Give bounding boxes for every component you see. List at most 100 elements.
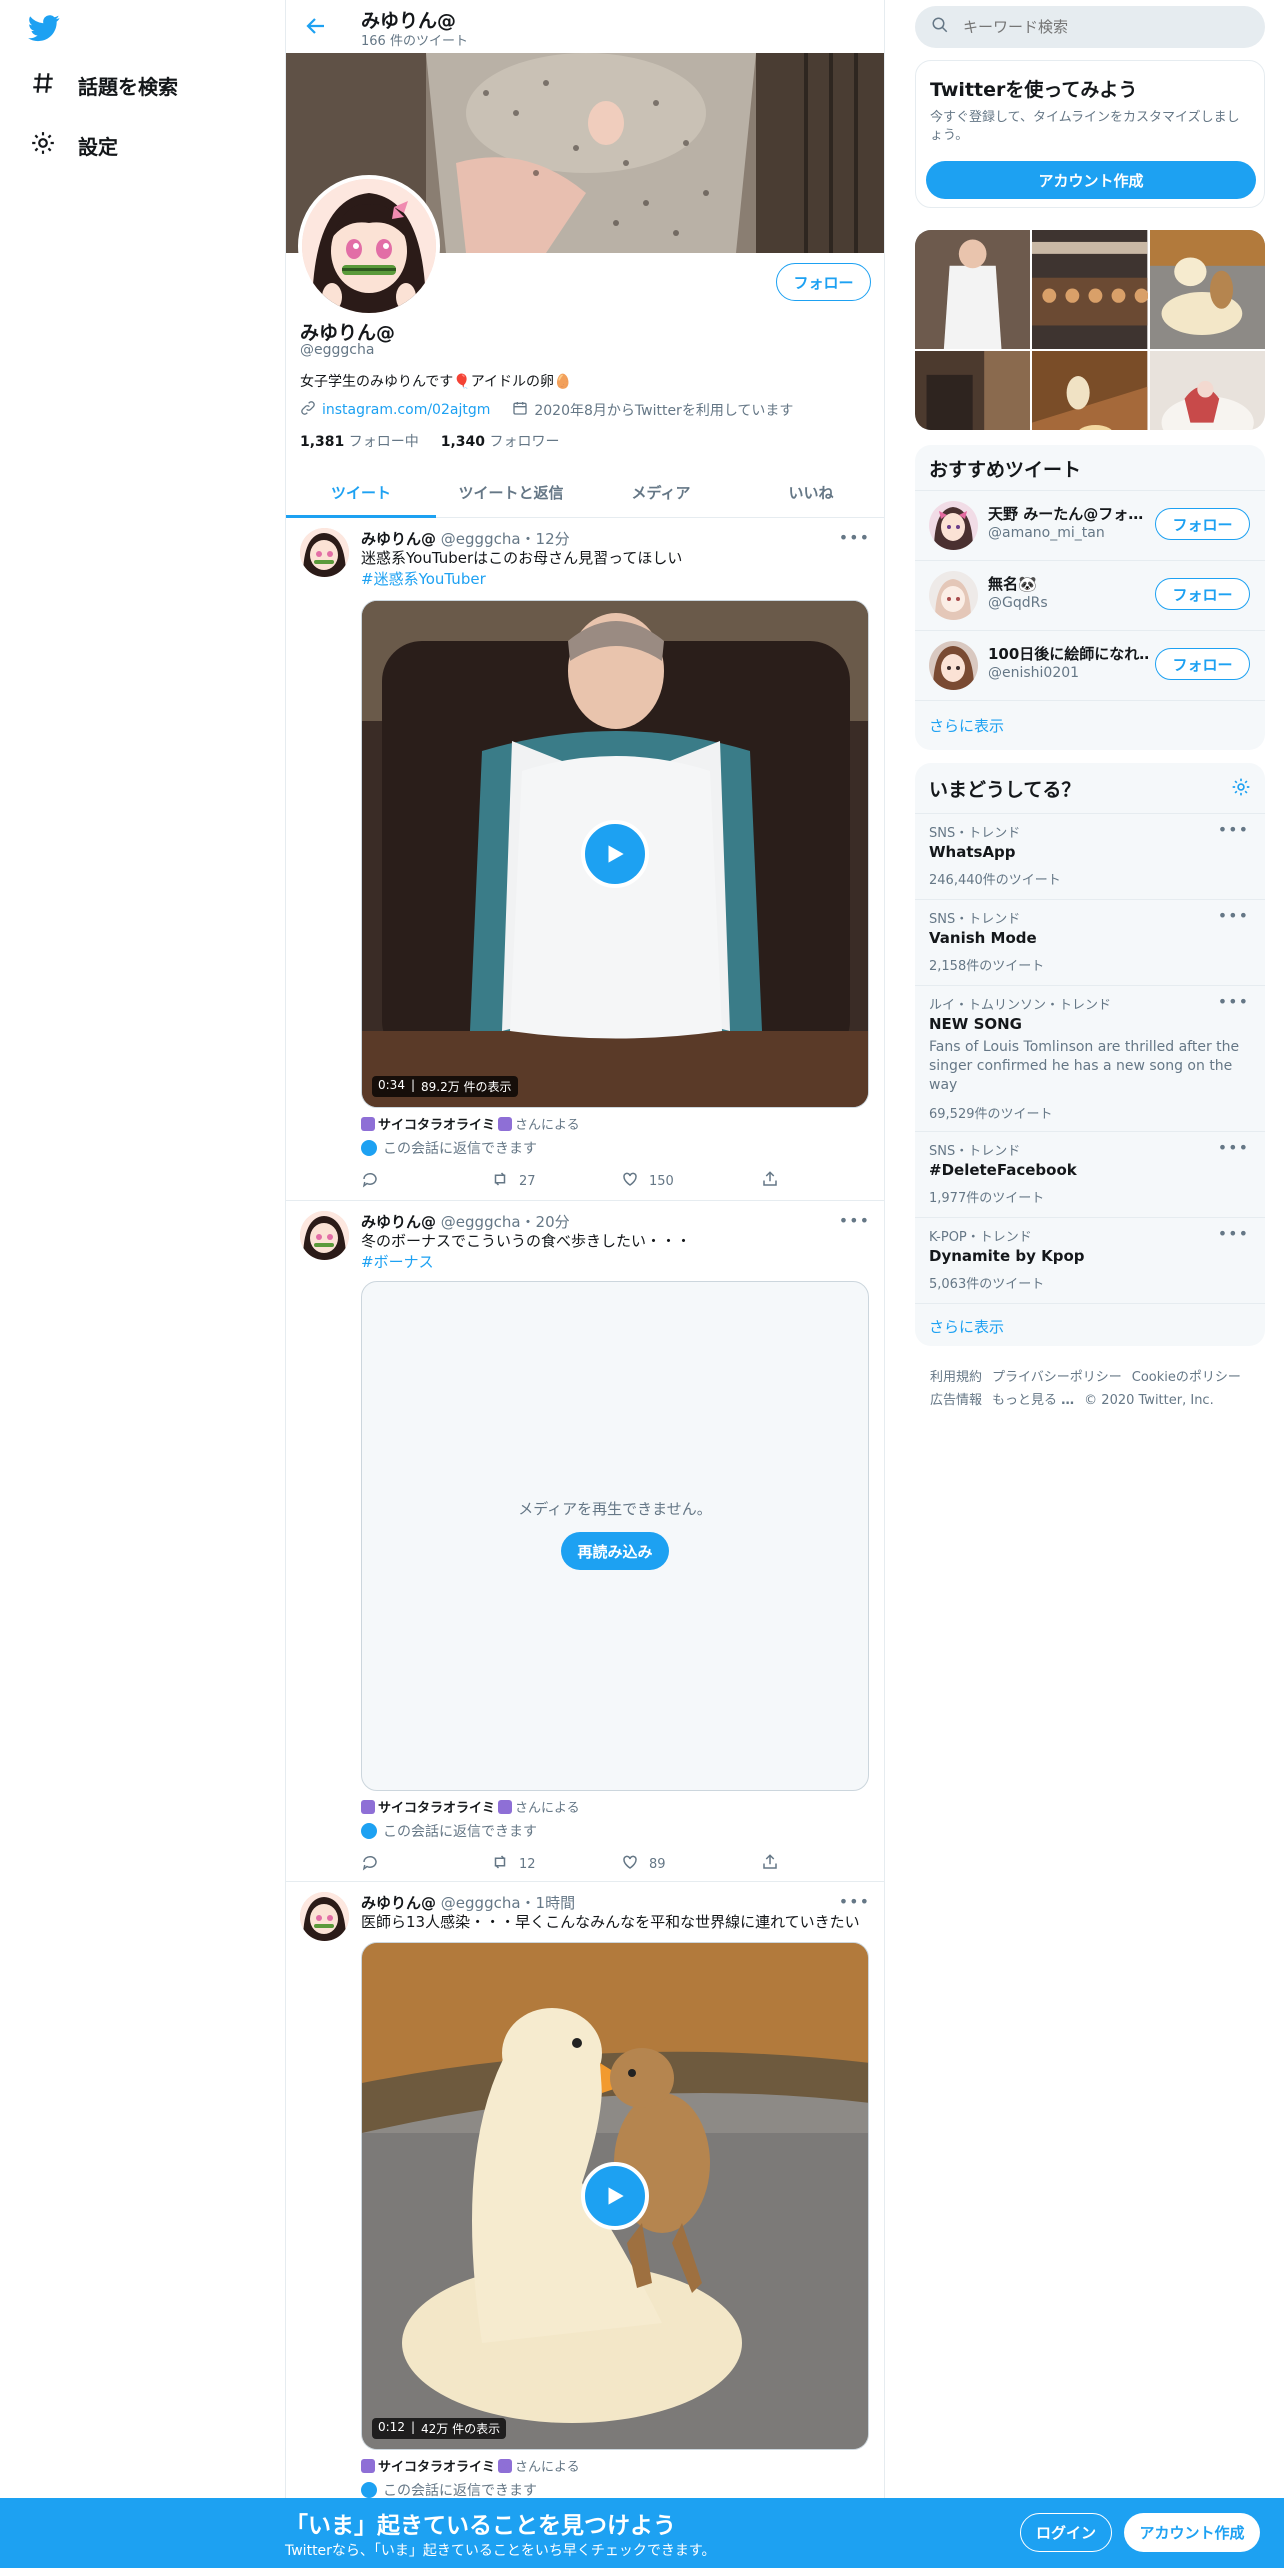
- more-icon[interactable]: •••: [839, 1892, 870, 1911]
- search-box[interactable]: [915, 6, 1265, 48]
- footer-link-more[interactable]: もっと見る …: [992, 1389, 1074, 1412]
- bottom-signup-button[interactable]: アカウント作成: [1124, 2513, 1260, 2552]
- profile-avatar[interactable]: [298, 175, 440, 317]
- avatar[interactable]: [929, 641, 978, 690]
- reply-button[interactable]: [361, 1170, 491, 1192]
- avatar[interactable]: [929, 571, 978, 620]
- trend-name: NEW SONG: [929, 1015, 1022, 1033]
- retweet-button[interactable]: 27: [491, 1170, 621, 1192]
- tweet-author-name[interactable]: みゆりん@: [361, 1894, 436, 1912]
- nav-settings[interactable]: 設定: [30, 130, 118, 161]
- profile-bio: 女子学生のみゆりんです🎈アイドルの卵🥚: [300, 374, 572, 390]
- media-thumb[interactable]: [915, 351, 1031, 430]
- trends-panel: いまどうしてる？ SNS・トレンド ••• WhatsApp 246,440件の…: [915, 763, 1265, 1346]
- tweet-avatar[interactable]: [300, 1211, 349, 1260]
- play-icon[interactable]: [581, 2162, 649, 2230]
- footer-link-privacy[interactable]: プライバシーポリシー: [992, 1366, 1122, 1389]
- footer-link-cookies[interactable]: Cookieのポリシー: [1132, 1366, 1241, 1389]
- tweet-author-handle: @egggcha: [440, 1894, 521, 1912]
- nav-explore[interactable]: 話題を検索: [30, 70, 178, 101]
- trend-count: 5,063件のツイート: [929, 1277, 1045, 1292]
- more-icon[interactable]: •••: [1218, 906, 1249, 925]
- trends-show-more[interactable]: さらに表示: [915, 1303, 1265, 1346]
- reply-button[interactable]: [361, 1853, 491, 1875]
- recommended-follow-button[interactable]: フォロー: [1155, 578, 1250, 610]
- trend-item[interactable]: K-POP・トレンド ••• Dynamite by Kpop 5,063件のツ…: [915, 1217, 1265, 1303]
- search-input[interactable]: [963, 18, 1223, 36]
- tab-tweets-and-replies[interactable]: ツイートと返信: [436, 467, 586, 517]
- trend-item[interactable]: SNS・トレンド ••• WhatsApp 246,440件のツイート: [915, 813, 1265, 899]
- more-icon[interactable]: •••: [1218, 820, 1249, 839]
- media-thumb[interactable]: [915, 230, 1031, 350]
- footer-copyright: © 2020 Twitter, Inc.: [1084, 1393, 1214, 1408]
- more-icon[interactable]: •••: [1218, 1224, 1249, 1243]
- tweet-text: 冬のボーナスでこういうの食べ歩きしたい・・・: [361, 1232, 692, 1250]
- signup-button[interactable]: アカウント作成: [926, 161, 1256, 199]
- more-icon[interactable]: •••: [839, 528, 870, 547]
- tweet-time[interactable]: ・12分: [521, 530, 570, 548]
- signup-panel: Twitterを使ってみよう 今すぐ登録して、タイムラインをカスタマイズしましょ…: [915, 60, 1265, 208]
- media-thumb[interactable]: [1032, 351, 1148, 430]
- media-thumb[interactable]: [1149, 351, 1265, 430]
- twitter-logo-icon[interactable]: [28, 12, 60, 48]
- tweet-time[interactable]: ・20分: [521, 1213, 570, 1231]
- profile-follow-button[interactable]: フォロー: [776, 263, 871, 301]
- credit-name[interactable]: サイコタラオライミ: [378, 1797, 495, 1816]
- tweet-item[interactable]: みゆりん@ @egggcha・20分 ••• 冬のボーナスでこういうの食べ歩きし…: [286, 1201, 884, 1882]
- media-thumb[interactable]: [1032, 230, 1149, 350]
- more-icon[interactable]: •••: [839, 1211, 870, 1230]
- tweet-author-name[interactable]: みゆりん@: [361, 1213, 436, 1231]
- recommended-follow-button[interactable]: フォロー: [1155, 648, 1250, 680]
- footer-link-ads[interactable]: 広告情報: [930, 1389, 982, 1412]
- login-button[interactable]: ログイン: [1020, 2513, 1112, 2552]
- tab-media[interactable]: メディア: [586, 467, 736, 517]
- tweet-hashtag[interactable]: #ボーナス: [361, 1252, 434, 1273]
- share-button[interactable]: [761, 1170, 779, 1192]
- followers-stat[interactable]: 1,340 フォロワー: [441, 431, 560, 451]
- profile-handle: @egggcha: [300, 342, 375, 358]
- recommended-user[interactable]: 天野 みーたん@フォ… @amano_mi_tan フォロー: [915, 490, 1265, 560]
- avatar[interactable]: [929, 501, 978, 550]
- tweet-item[interactable]: みゆりん@ @egggcha・12分 ••• 迷惑系YouTuberはこのお母さ…: [286, 518, 884, 1201]
- gear-icon[interactable]: [1231, 777, 1251, 801]
- like-button[interactable]: 150: [621, 1170, 761, 1192]
- tab-likes[interactable]: いいね: [736, 467, 884, 517]
- credit-badge-icon: [361, 2458, 375, 2473]
- video-duration: 0:34: [378, 1078, 405, 1092]
- recommended-user[interactable]: 100日後に絵師になれ… @enishi0201 フォロー: [915, 630, 1265, 700]
- play-icon[interactable]: [581, 820, 649, 888]
- tweet-time[interactable]: ・1時間: [521, 1894, 576, 1912]
- tweet-video[interactable]: 0:12 | 42万 件の表示: [361, 1942, 869, 2450]
- tweet-author-name[interactable]: みゆりん@: [361, 530, 436, 548]
- back-arrow-icon[interactable]: [304, 14, 328, 42]
- tweet-avatar[interactable]: [300, 528, 349, 577]
- profile-link[interactable]: instagram.com/02ajtgm: [322, 402, 490, 418]
- tweet-item[interactable]: みゆりん@ @egggcha・1時間 ••• 医師ら13人感染・・・早くこんなみ…: [286, 1882, 884, 2568]
- reload-button[interactable]: 再読み込み: [561, 1532, 669, 1570]
- tab-tweets[interactable]: ツイート: [286, 467, 436, 518]
- credit-name[interactable]: サイコタラオライミ: [378, 2456, 495, 2475]
- share-button[interactable]: [761, 1853, 779, 1875]
- like-button[interactable]: 89: [621, 1853, 761, 1875]
- media-thumb[interactable]: [1149, 230, 1265, 350]
- trend-count: 2,158件のツイート: [929, 959, 1045, 974]
- tweet-video[interactable]: 0:34 | 89.2万 件の表示: [361, 600, 869, 1108]
- more-icon[interactable]: •••: [1218, 1138, 1249, 1157]
- retweet-button[interactable]: 12: [491, 1853, 621, 1875]
- recommended-follow-button[interactable]: フォロー: [1155, 508, 1250, 540]
- profile-meta: instagram.com/02ajtgm 2020年8月からTwitterを利…: [300, 400, 793, 420]
- bottom-bar-headline: 「いま」起きていることを見つけよう: [285, 2513, 676, 2539]
- footer-link-terms[interactable]: 利用規約: [930, 1366, 982, 1389]
- trend-item[interactable]: SNS・トレンド ••• #DeleteFacebook 1,977件のツイート: [915, 1131, 1265, 1217]
- gear-icon: [30, 130, 56, 161]
- more-icon[interactable]: •••: [1218, 992, 1249, 1011]
- trend-item[interactable]: ルイ・トムリンソン・トレンド ••• NEW SONG Fans of Loui…: [915, 985, 1265, 1131]
- credit-name[interactable]: サイコタラオライミ: [378, 1114, 495, 1133]
- recommended-show-more[interactable]: さらに表示: [915, 700, 1265, 750]
- trend-item[interactable]: SNS・トレンド ••• Vanish Mode 2,158件のツイート: [915, 899, 1265, 985]
- following-stat[interactable]: 1,381 フォロー中: [300, 431, 419, 451]
- tweet-hashtag[interactable]: #迷惑系YouTuber: [361, 569, 486, 590]
- tweet-avatar[interactable]: [300, 1892, 349, 1941]
- profile-stats: 1,381 フォロー中 1,340 フォロワー: [300, 431, 560, 451]
- recommended-user[interactable]: 無名🐼 @GqdRs フォロー: [915, 560, 1265, 630]
